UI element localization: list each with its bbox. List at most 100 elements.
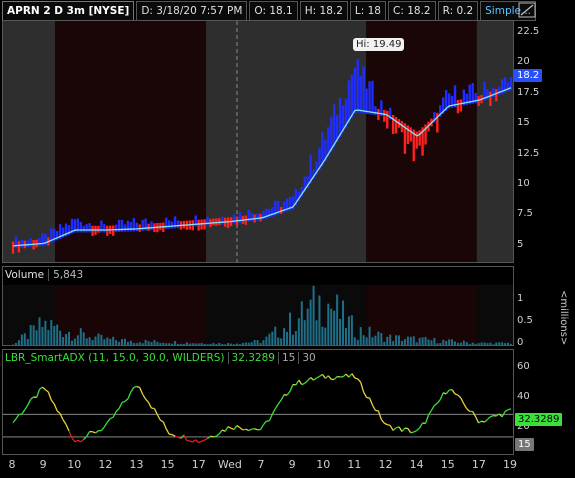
adx-legend: LBR_SmartADX (11, 15.0, 30.0, WILDERS) 3… <box>5 352 316 364</box>
adx-segment <box>313 377 317 381</box>
adx-segment <box>77 439 82 443</box>
adx-segment <box>74 439 79 443</box>
price-pane[interactable]: Hi: 19.49 <box>2 20 514 263</box>
price-tick: 22.5 <box>517 26 540 38</box>
adx-segment <box>239 427 244 431</box>
time-tick: Wed <box>217 458 242 471</box>
time-tick: 17 <box>191 458 206 471</box>
adx-segment <box>389 425 394 431</box>
adx-pane[interactable]: LBR_SmartADX (11, 15.0, 30.0, WILDERS) 3… <box>2 349 514 455</box>
adx-segment <box>177 436 182 440</box>
adx-segment <box>327 375 332 380</box>
adx-segment <box>80 438 85 443</box>
adx-segment <box>71 437 76 443</box>
adx-segment <box>109 416 114 420</box>
adx-segment <box>18 413 22 416</box>
adx-segment <box>192 439 197 443</box>
adx-segment <box>189 440 193 443</box>
adx-title: LBR_SmartADX (11, 15.0, 30.0, WILDERS) <box>5 352 225 364</box>
adx-segment <box>401 427 406 432</box>
adx-segment <box>254 428 258 431</box>
time-tick: 8 <box>8 458 16 471</box>
price-tick: 10 <box>517 178 530 190</box>
adx-segment <box>321 373 326 379</box>
adx-segment <box>130 387 135 393</box>
adx-segment <box>268 413 273 422</box>
adx-segment <box>301 382 305 386</box>
volume-tick: 0 <box>517 337 524 348</box>
adx-segment <box>86 431 91 437</box>
time-tick: 14 <box>409 458 424 471</box>
adx-segment <box>289 384 294 392</box>
adx-segment <box>398 426 403 432</box>
adx-segment <box>224 426 229 432</box>
adx-segment <box>53 403 58 412</box>
adx-segment <box>319 373 323 377</box>
maximize-icon[interactable] <box>518 2 536 18</box>
adx-level1: 15 <box>277 352 295 364</box>
adx-segment <box>504 409 509 413</box>
time-tick: 15 <box>440 458 455 471</box>
adx-level2: 30 <box>298 352 316 364</box>
price-tick: 7.5 <box>517 208 533 220</box>
volume-pane[interactable]: Volume 5,843 <box>2 266 514 346</box>
symbol-selector[interactable]: APRN 2 D 3m [NYSE] <box>2 1 135 21</box>
adx-segment <box>377 410 382 420</box>
adx-segment <box>153 408 158 415</box>
adx-segment <box>419 422 424 429</box>
price-tick: 5 <box>517 238 524 250</box>
adx-segment <box>162 421 167 430</box>
adx-segment <box>221 429 226 432</box>
adx-segment <box>454 393 459 396</box>
adx-segment <box>127 391 132 400</box>
adx-segment <box>310 377 314 381</box>
adx-segment <box>507 408 512 411</box>
adx-segment <box>106 418 111 423</box>
time-tick: 10 <box>316 458 331 471</box>
price-tick: 20 <box>517 56 530 68</box>
adx-segment <box>354 377 358 380</box>
adx-segment <box>218 429 223 435</box>
adx-tick: 60 <box>517 361 530 373</box>
adx-level-tag: 15 <box>515 438 534 451</box>
time-tick: 12 <box>98 458 113 471</box>
adx-segment <box>62 419 67 425</box>
adx-segment <box>368 397 374 406</box>
adx-segment <box>380 419 385 424</box>
time-tick: 9 <box>288 458 296 471</box>
adx-segment <box>65 424 70 432</box>
time-tick: 9 <box>39 458 47 471</box>
bar-open: O: 18.1 <box>249 1 298 21</box>
adx-segment <box>160 419 164 423</box>
adx-segment <box>460 397 465 405</box>
adx-segment <box>195 439 200 444</box>
adx-segment <box>201 439 205 442</box>
volume-title: Volume <box>5 269 45 281</box>
session-band <box>205 21 367 262</box>
adx-segment <box>183 434 188 441</box>
adx-segment <box>443 392 447 395</box>
volume-session-band <box>3 285 56 345</box>
adx-segment <box>145 398 150 403</box>
adx-segment <box>242 428 246 431</box>
price-tick: 12.5 <box>517 147 540 159</box>
time-tick: 7 <box>257 458 265 471</box>
adx-segment <box>227 425 232 429</box>
adx-value: 32.3289 <box>227 352 275 364</box>
adx-segment <box>103 421 108 428</box>
time-tick: 10 <box>67 458 82 471</box>
adx-segment <box>56 410 61 415</box>
adx-segment <box>45 389 49 393</box>
adx-segment <box>15 414 20 420</box>
time-tick: 19 <box>503 458 517 471</box>
adx-segment <box>416 427 421 432</box>
adx-segment <box>439 392 444 400</box>
bar-low: L: 18 <box>349 1 386 21</box>
current-price-tag: 18.2 <box>514 69 543 82</box>
time-tick: 11 <box>347 458 362 471</box>
adx-segment <box>198 440 202 444</box>
bar-close: C: 18.2 <box>388 1 436 21</box>
adx-segment <box>236 425 241 429</box>
adx-segment <box>259 424 265 430</box>
adx-segment <box>248 428 252 432</box>
